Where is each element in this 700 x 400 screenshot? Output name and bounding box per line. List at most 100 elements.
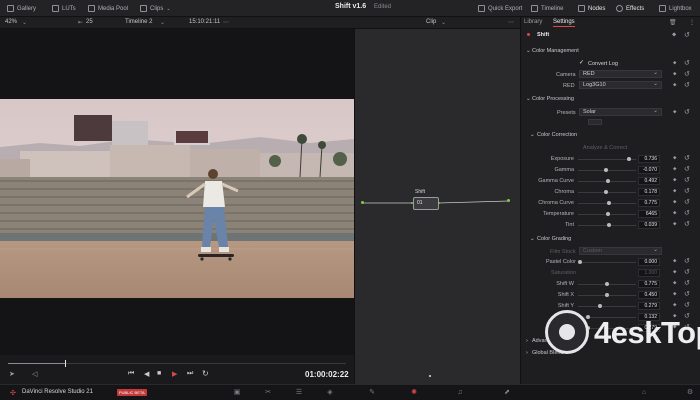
reset-icon[interactable]: ↺ <box>684 220 690 228</box>
deliver-page-icon[interactable]: ⬈ <box>503 389 511 397</box>
more-icon[interactable]: ⋯ <box>223 19 229 26</box>
color-correction-slider[interactable] <box>578 212 636 216</box>
timeline-dropdown[interactable]: Timeline 2 <box>125 19 152 25</box>
media-pool-button[interactable]: Media Pool <box>88 3 128 14</box>
color-correction-slider[interactable] <box>578 190 636 194</box>
keyframe-icon[interactable]: ⬥ <box>673 60 677 66</box>
reset-icon[interactable]: ↺ <box>684 198 690 206</box>
reset-icon[interactable]: ↺ <box>684 209 690 217</box>
audio-icon[interactable]: ◁ <box>32 370 37 378</box>
zoom-dropdown[interactable]: 42% <box>5 19 17 25</box>
chevron-down-icon[interactable]: ⌄ <box>530 236 535 242</box>
clip-mode-dropdown[interactable]: Clip <box>426 19 436 25</box>
color-grading-value[interactable]: 0.450 <box>638 291 660 299</box>
lightbox-button[interactable]: Lightbox <box>659 3 692 14</box>
keyframe-icon[interactable]: ⬥ <box>673 82 677 88</box>
reverse-play-icon[interactable]: ◀ <box>144 370 149 378</box>
color-correction-value[interactable]: 6465 <box>638 210 660 218</box>
more-icon[interactable]: ⋯ <box>508 19 514 26</box>
reset-icon[interactable]: ↺ <box>684 59 690 67</box>
color-grading-slider[interactable] <box>578 282 636 286</box>
color-grading-slider[interactable] <box>578 293 636 297</box>
slider-knob[interactable] <box>606 212 610 216</box>
saturation-value[interactable]: 1.000 <box>638 269 660 277</box>
reset-icon[interactable]: ↺ <box>684 257 690 265</box>
color-correction-slider[interactable] <box>578 179 636 183</box>
skip-back-icon[interactable]: ⏮ <box>128 370 134 378</box>
output-dot[interactable] <box>507 199 510 202</box>
color-grading-slider[interactable] <box>578 304 636 308</box>
keyframe-icon[interactable]: ⬥ <box>673 166 677 172</box>
pointer-tool-icon[interactable]: ➤ <box>9 370 15 378</box>
chevron-right-icon[interactable]: › <box>526 350 528 356</box>
keyframe-icon[interactable]: ⬥ <box>673 221 677 227</box>
clips-button[interactable]: Clips ⌄ <box>140 3 171 14</box>
loop-icon[interactable]: ↻ <box>202 369 209 378</box>
color-correction-value[interactable]: -0.070 <box>638 166 660 174</box>
keyframe-icon[interactable]: ⬥ <box>673 210 677 216</box>
color-correction-value[interactable]: 0.178 <box>638 188 660 196</box>
reset-icon[interactable]: ↺ <box>684 108 690 116</box>
chevron-down-icon[interactable]: ⌄ <box>22 19 27 26</box>
keyframe-icon[interactable]: ⬥ <box>673 177 677 183</box>
slider-knob[interactable] <box>604 293 609 297</box>
fusion-page-icon[interactable]: ◈ <box>326 389 334 397</box>
reset-icon[interactable]: ↺ <box>684 301 690 309</box>
tab-settings[interactable]: Settings <box>553 19 575 27</box>
reset-icon[interactable]: ↺ <box>684 70 690 78</box>
chevron-right-icon[interactable]: › <box>526 338 528 344</box>
luts-button[interactable]: LUTs <box>52 3 76 14</box>
effect-enable-icon[interactable] <box>527 33 530 36</box>
red-gamma-dropdown[interactable]: Log3G10 <box>579 81 662 89</box>
keyframe-icon[interactable]: ⬥ <box>673 188 677 194</box>
checkbox-checked-icon[interactable]: ✓ <box>579 59 584 66</box>
keyframe-icon[interactable]: ⬥ <box>673 71 677 77</box>
scrubber-playhead[interactable] <box>65 360 67 367</box>
color-correction-slider[interactable] <box>578 168 636 172</box>
color-correction-value[interactable]: 0.775 <box>638 199 660 207</box>
cut-page-icon[interactable]: ✂ <box>264 389 272 397</box>
trash-icon[interactable]: 🗑 <box>669 19 677 26</box>
fairlight-page-icon[interactable]: ♫ <box>456 389 464 397</box>
section-color-management[interactable]: Color Management <box>532 48 579 54</box>
slider-knob[interactable] <box>585 315 590 319</box>
reset-icon[interactable]: ↺ <box>684 31 690 39</box>
section-color-processing[interactable]: Color Processing <box>532 96 574 102</box>
pastel-color-value[interactable]: 0.000 <box>638 258 660 266</box>
pastel-color-slider[interactable] <box>578 260 636 264</box>
keyframe-icon[interactable]: ⬥ <box>673 291 677 297</box>
slider-knob[interactable] <box>597 304 602 308</box>
keyframe-icon[interactable]: ⬥ <box>673 258 677 264</box>
reset-icon[interactable]: ↺ <box>684 279 690 287</box>
gallery-button[interactable]: Gallery <box>7 3 36 14</box>
media-page-icon[interactable]: ▣ <box>233 389 241 397</box>
reset-icon[interactable]: ↺ <box>684 165 690 173</box>
color-grading-value[interactable]: 0.775 <box>638 280 660 288</box>
source-input-dot[interactable] <box>361 201 364 204</box>
keyframe-icon[interactable]: ⬥ <box>673 280 677 286</box>
keyframe-icon[interactable]: ⬥ <box>673 155 677 161</box>
reset-icon[interactable]: ↺ <box>684 81 690 89</box>
color-correction-value[interactable]: 0.492 <box>638 177 660 185</box>
reset-icon[interactable]: ↺ <box>684 290 690 298</box>
stop-icon[interactable]: ■ <box>157 370 161 377</box>
color-page-icon[interactable]: ✎ <box>368 389 376 397</box>
tab-library[interactable]: Library <box>524 19 542 25</box>
chevron-down-icon[interactable]: ⌄ <box>526 48 531 54</box>
nodes-button[interactable]: Nodes <box>578 3 605 14</box>
chevron-down-icon[interactable]: ⌄ <box>441 19 446 26</box>
section-color-grading[interactable]: Color Grading <box>537 236 571 242</box>
effects-button[interactable]: Effects <box>616 3 644 14</box>
color-correction-slider[interactable] <box>578 201 636 205</box>
keyframe-icon[interactable]: ⬥ <box>673 302 677 308</box>
node-output-dot[interactable] <box>438 202 440 204</box>
color-correction-value[interactable]: 0.039 <box>638 221 660 229</box>
play-icon[interactable]: ▶ <box>172 370 177 378</box>
slider-knob[interactable] <box>578 260 582 264</box>
keyframe-icon[interactable]: ⬥ <box>673 269 677 275</box>
reset-icon[interactable]: ↺ <box>684 154 690 162</box>
preset-toggle[interactable] <box>588 119 602 125</box>
section-color-correction[interactable]: Color Correction <box>537 132 577 138</box>
quick-export-button[interactable]: Quick Export <box>478 3 522 14</box>
chevron-down-icon[interactable]: ⌄ <box>526 96 531 102</box>
